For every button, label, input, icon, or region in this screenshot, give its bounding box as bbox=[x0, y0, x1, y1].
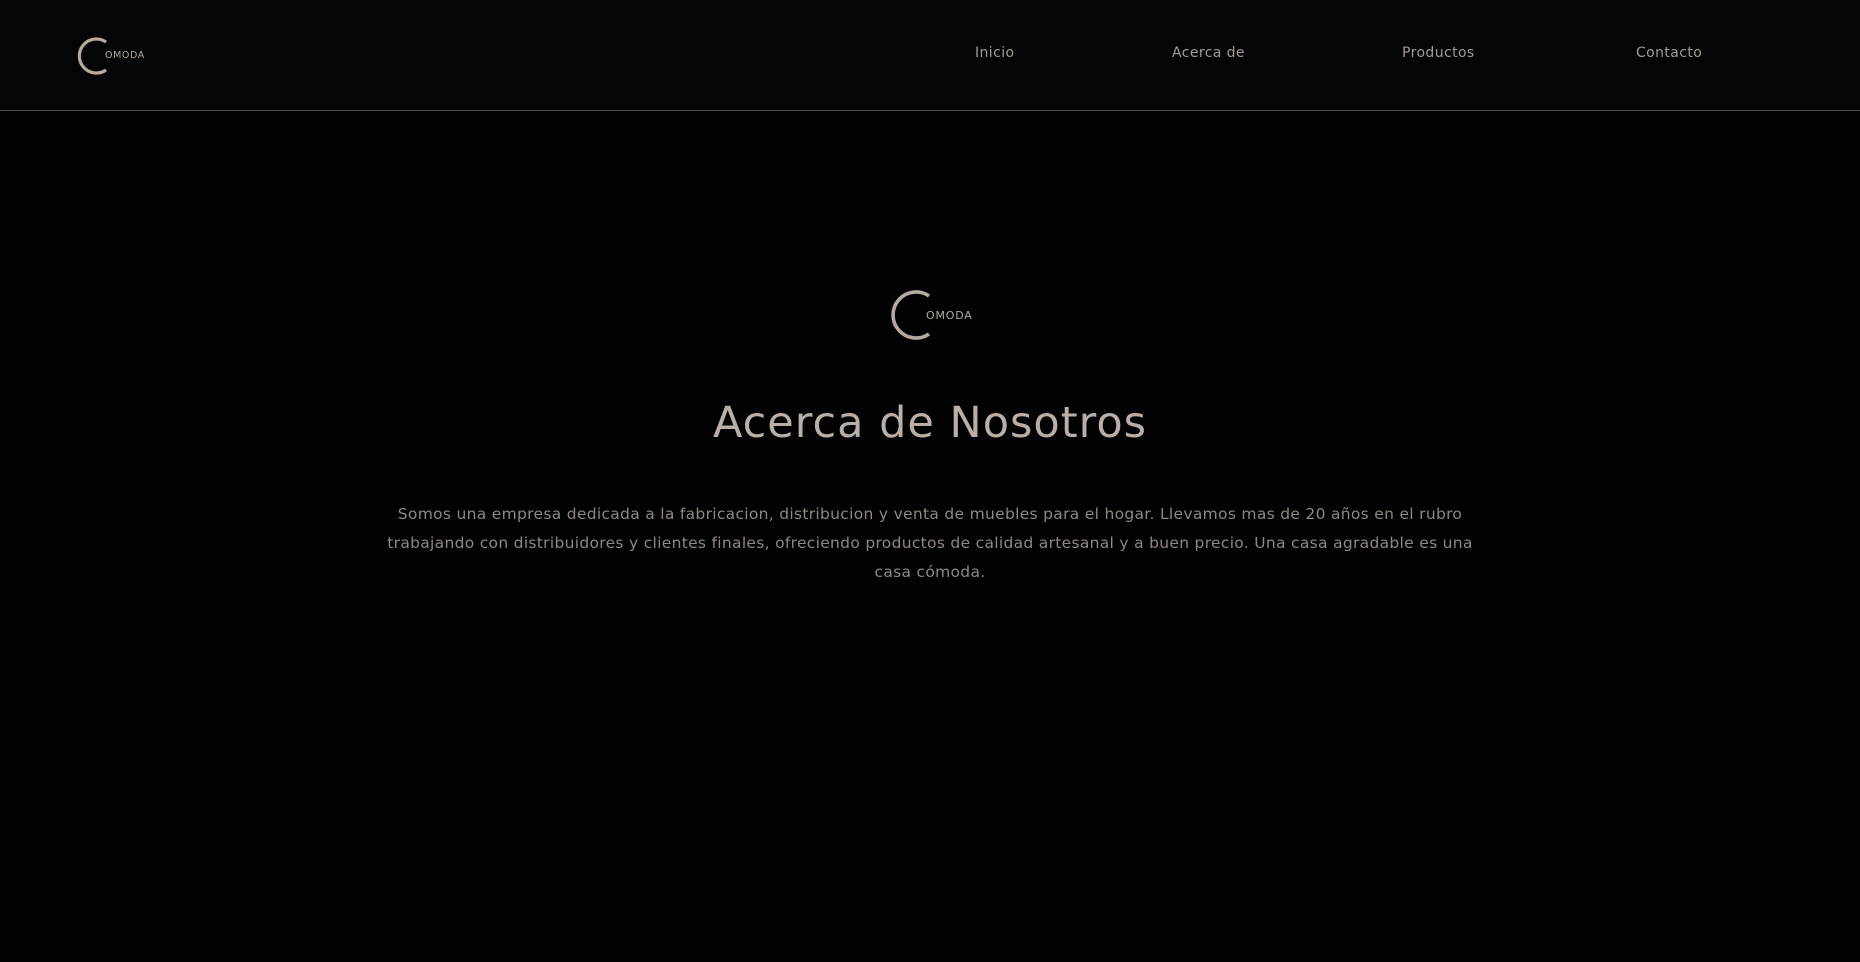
page: OMODA Inicio Acerca de Productos Contact… bbox=[0, 0, 1860, 962]
nav-item-productos[interactable]: Productos bbox=[1402, 45, 1475, 61]
nav-item-inicio[interactable]: Inicio bbox=[975, 45, 1014, 61]
logo-c-mark bbox=[891, 290, 931, 340]
page-title: Acerca de Nosotros bbox=[712, 398, 1148, 448]
about-logo-text: OMODA bbox=[926, 309, 973, 322]
about-logo: OMODA bbox=[883, 288, 993, 340]
main-nav: Inicio Acerca de Productos Contacto bbox=[0, 0, 1860, 110]
nav-item-acerca-de[interactable]: Acerca de bbox=[1172, 45, 1245, 61]
site-header: OMODA Inicio Acerca de Productos Contact… bbox=[0, 0, 1860, 111]
about-description: Somos una empresa dedicada a la fabricac… bbox=[387, 505, 1473, 581]
nav-item-contacto[interactable]: Contacto bbox=[1636, 45, 1702, 61]
